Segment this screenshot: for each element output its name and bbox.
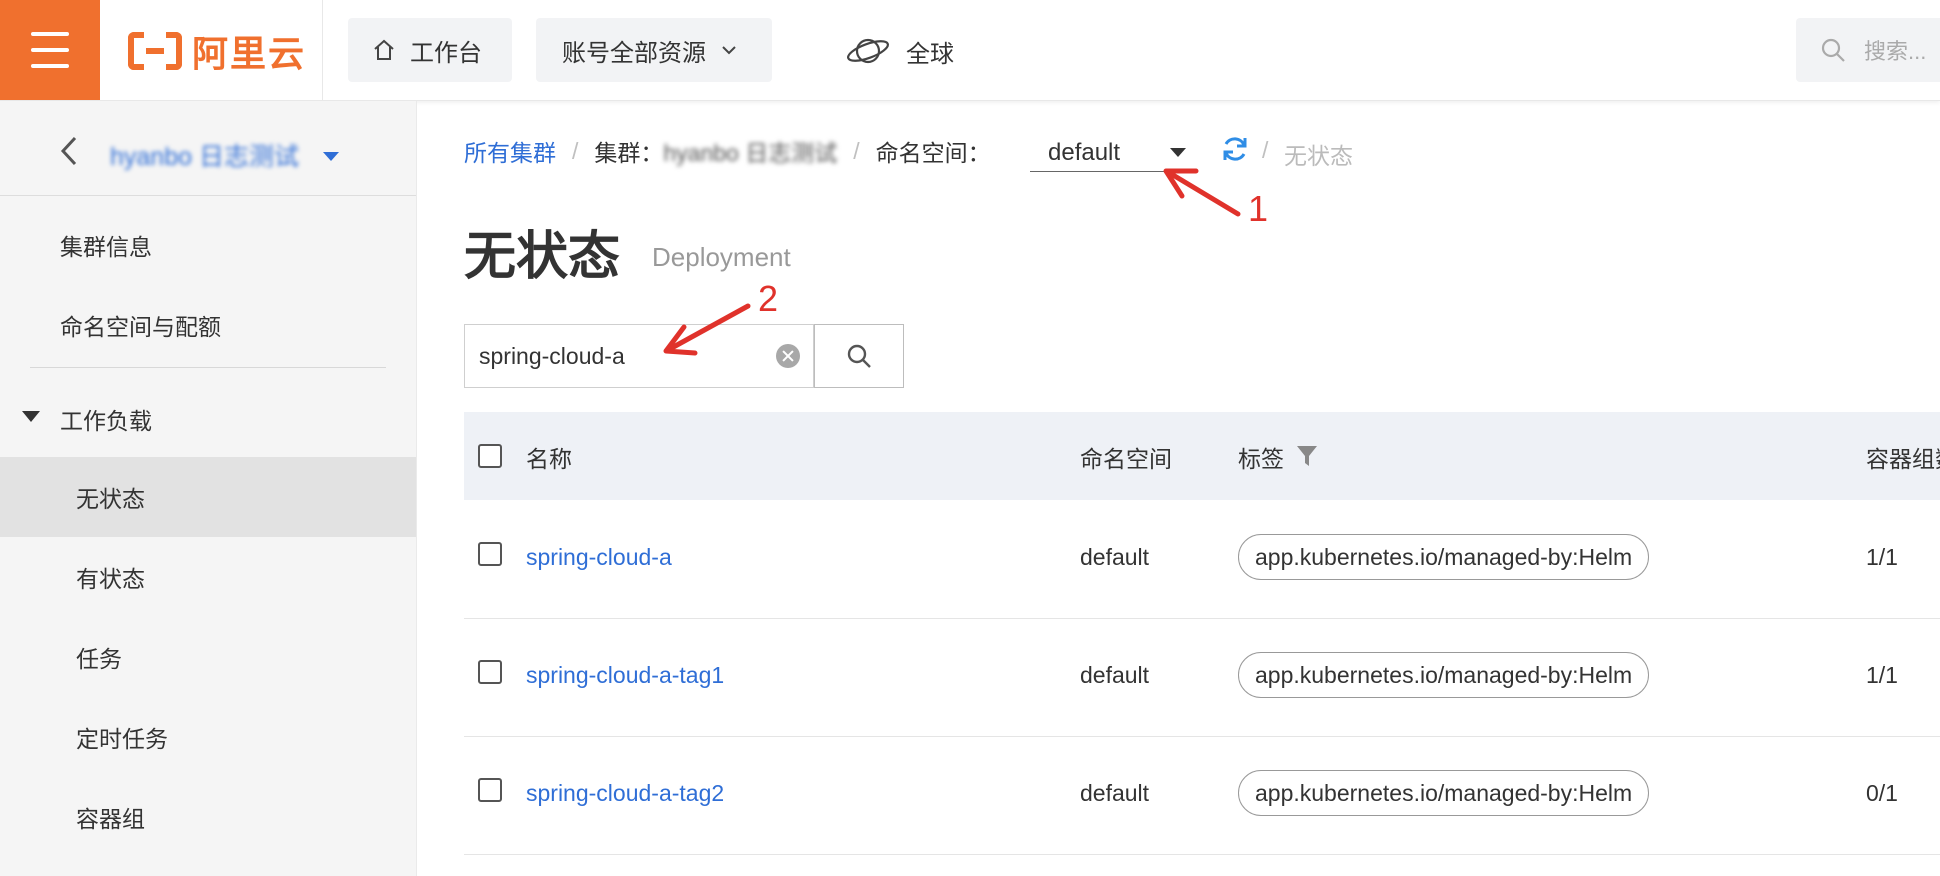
sidebar-item-label: 有状态 (76, 566, 145, 592)
aliyun-logo-mark-icon (128, 32, 182, 70)
clear-icon[interactable] (776, 344, 800, 368)
region-selector[interactable]: 全球 (846, 26, 954, 76)
sidebar-item-label: 集群信息 (60, 234, 152, 260)
search-value: spring-cloud-a (479, 342, 625, 369)
table-row: spring-cloud-a-tag2 default app.kubernet… (464, 736, 1940, 855)
row-checkbox[interactable] (478, 660, 502, 684)
sidebar-item-label: 工作负载 (60, 408, 152, 434)
namespace-selected-value: default (1048, 139, 1121, 166)
table-row: spring-cloud-a-tag1 default app.kubernet… (464, 618, 1940, 737)
search-icon (847, 344, 871, 368)
table-header: 名称 命名空间 标签 容器组数 (464, 412, 1940, 500)
home-icon (374, 39, 394, 60)
aliyun-logo[interactable]: 阿里云 (128, 28, 306, 74)
column-header-name[interactable]: 名称 (526, 440, 572, 474)
search-button[interactable] (814, 324, 904, 388)
chevron-down-icon (722, 46, 736, 55)
caret-down-icon[interactable] (1170, 148, 1186, 157)
menu-icon[interactable] (0, 0, 100, 100)
workbench-label: 工作台 (410, 39, 482, 67)
deployment-name-link[interactable]: spring-cloud-a (526, 544, 672, 571)
name-search-input[interactable]: spring-cloud-a (464, 324, 814, 388)
row-checkbox[interactable] (478, 542, 502, 566)
resources-label: 账号全部资源 (562, 39, 706, 67)
sidebar-item-statefulsets[interactable]: 有状态 (0, 537, 416, 617)
sidebar-item-label: 定时任务 (76, 726, 168, 752)
sidebar-item-label: 命名空间与配额 (60, 314, 221, 340)
breadcrumb-namespace-label: 命名空间： (875, 140, 991, 166)
sidebar: hyanbo 日志测试 集群信息 命名空间与配额 工作负载 无状态 有状态 任务… (0, 101, 417, 876)
namespace-cell: default (1080, 544, 1150, 570)
sidebar-item-label: 任务 (76, 646, 122, 672)
sidebar-item-cronjobs[interactable]: 定时任务 (0, 697, 416, 777)
breadcrumb-separator: / (1262, 137, 1269, 163)
globe-icon (847, 38, 889, 64)
pods-cell: 0/1 (1866, 780, 1898, 806)
namespace-select[interactable]: default (1030, 132, 1190, 172)
cluster-name[interactable]: hyanbo 日志测试 (110, 137, 299, 173)
back-chevron-icon[interactable] (58, 135, 80, 167)
caret-down-icon[interactable] (323, 152, 339, 161)
filter-icon[interactable] (1296, 444, 1318, 468)
divider (322, 0, 323, 100)
brand-name: 阿里云 (192, 33, 307, 74)
pods-cell: 1/1 (1866, 662, 1898, 688)
breadcrumb-cluster-label: 集群： (594, 140, 664, 166)
table-row: spring-cloud-a default app.kubernetes.io… (464, 500, 1940, 619)
breadcrumb-cluster-value[interactable]: hyanbo 日志测试 (663, 134, 837, 168)
namespace-cell: default (1080, 662, 1150, 688)
deployment-name-link[interactable]: spring-cloud-a-tag1 (526, 662, 724, 689)
column-header-labels[interactable]: 标签 (1238, 440, 1284, 474)
pods-cell: 1/1 (1866, 544, 1898, 570)
sidebar-item-namespace-quota[interactable]: 命名空间与配额 (0, 285, 416, 365)
breadcrumb-separator: / (572, 137, 579, 164)
column-header-pods[interactable]: 容器组数 (1866, 440, 1940, 474)
workbench-button[interactable]: 工作台 (348, 18, 512, 82)
sidebar-item-jobs[interactable]: 任务 (0, 617, 416, 697)
divider (0, 195, 416, 196)
label-tag: app.kubernetes.io/managed-by:Helm (1238, 652, 1650, 698)
region-label: 全球 (906, 40, 954, 68)
page-subtitle: Deployment (652, 242, 791, 272)
namespace-cell: default (1080, 780, 1150, 806)
annotation-marker-2: 2 (758, 278, 779, 319)
sidebar-item-workloads[interactable]: 工作负载 (0, 379, 416, 459)
sidebar-item-cluster-info[interactable]: 集群信息 (0, 205, 416, 285)
breadcrumb-separator: / (853, 137, 860, 164)
global-search-input[interactable]: 搜索... (1796, 18, 1940, 82)
top-navigation-bar: 阿里云 工作台 账号全部资源 全球 搜索... (0, 0, 1940, 101)
divider (30, 367, 386, 368)
sidebar-item-deployments[interactable]: 无状态 (0, 457, 416, 537)
sidebar-item-label: 容器组 (76, 806, 145, 832)
column-header-namespace[interactable]: 命名空间 (1080, 440, 1172, 474)
label-tag: app.kubernetes.io/managed-by:Helm (1238, 770, 1650, 816)
breadcrumb: 所有集群 / 集群： hyanbo 日志测试 / 命名空间： (464, 133, 991, 169)
search-icon (1821, 38, 1845, 62)
sidebar-item-label: 无状态 (76, 486, 145, 512)
annotation-marker-1: 1 (1248, 188, 1269, 229)
annotation-arrow-1 (1165, 169, 1241, 217)
sidebar-item-pods[interactable]: 容器组 (0, 777, 416, 857)
select-all-checkbox[interactable] (478, 444, 502, 468)
breadcrumb-current: 无状态 (1284, 143, 1353, 169)
page-title: 无状态 (464, 228, 621, 286)
label-tag: app.kubernetes.io/managed-by:Helm (1238, 534, 1650, 580)
deployment-name-link[interactable]: spring-cloud-a-tag2 (526, 780, 724, 807)
refresh-icon[interactable] (1220, 134, 1250, 164)
row-checkbox[interactable] (478, 778, 502, 802)
search-placeholder: 搜索... (1864, 39, 1927, 64)
resources-dropdown[interactable]: 账号全部资源 (536, 18, 772, 82)
breadcrumb-all-clusters[interactable]: 所有集群 (464, 134, 556, 168)
